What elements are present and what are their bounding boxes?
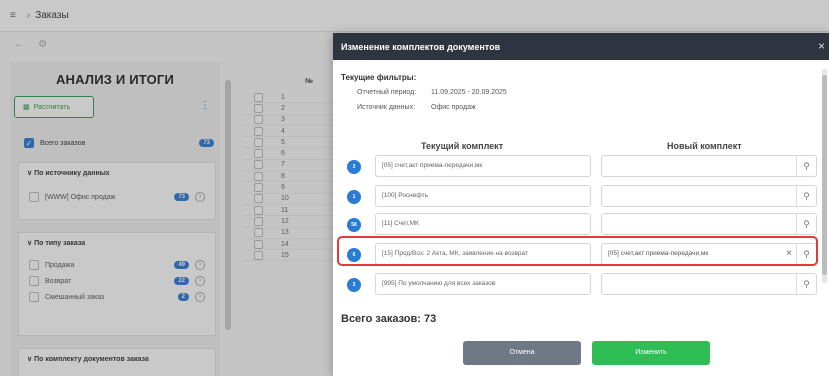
new-set-field[interactable]: ⚲	[601, 213, 817, 235]
new-set-field[interactable]: ⚲	[601, 185, 817, 207]
doc-set-row: 58 [11] Счет,МК ⚲	[337, 211, 819, 238]
doc-set-row: 1 [100] Роснефть ⚲	[337, 183, 819, 210]
order-count-badge: 3	[347, 160, 361, 174]
order-count-badge: 3	[347, 278, 361, 292]
total-orders: Всего заказов: 73	[341, 313, 437, 325]
order-count-badge: 1	[347, 190, 361, 204]
filters-title: Текущие фильтры:	[341, 73, 417, 82]
apply-button[interactable]: Изменить	[592, 341, 710, 365]
highlight-frame	[337, 236, 818, 266]
dialog-header: Изменение комплектов документов ×	[333, 33, 829, 60]
search-icon[interactable]: ⚲	[796, 186, 816, 206]
dialog-scrollbar[interactable]	[822, 69, 827, 283]
current-set-field: [05] счет,акт приема-передачи,мк	[375, 155, 591, 177]
order-count-badge: 58	[347, 218, 361, 232]
change-doc-sets-dialog: Изменение комплектов документов × Текущи…	[333, 33, 829, 376]
column-header-new-set: Новый комплект	[667, 141, 742, 151]
cancel-button[interactable]: Отмена	[463, 341, 581, 365]
doc-set-row: 3 [995] По умолчанию для всех заказов ⚲	[337, 271, 819, 298]
search-icon[interactable]: ⚲	[796, 214, 816, 234]
current-set-field: [100] Роснефть	[375, 185, 591, 207]
filter-source: Источник данных: Офис продаж	[357, 104, 476, 111]
dialog-title: Изменение комплектов документов	[341, 41, 501, 52]
doc-set-row: 3 [05] счет,акт приема-передачи,мк ⚲	[337, 153, 819, 180]
search-icon[interactable]: ⚲	[796, 274, 816, 294]
search-icon[interactable]: ⚲	[796, 156, 816, 176]
new-set-field[interactable]: ⚲	[601, 273, 817, 295]
current-set-field: [11] Счет,МК	[375, 213, 591, 235]
new-set-field[interactable]: ⚲	[601, 155, 817, 177]
column-header-current-set: Текущий комплект	[421, 141, 504, 151]
filter-period: Отчетный период: 11.09.2025 - 20.09.2025	[357, 89, 507, 96]
close-icon[interactable]: ×	[818, 39, 825, 53]
current-set-field: [995] По умолчанию для всех заказов	[375, 273, 591, 295]
